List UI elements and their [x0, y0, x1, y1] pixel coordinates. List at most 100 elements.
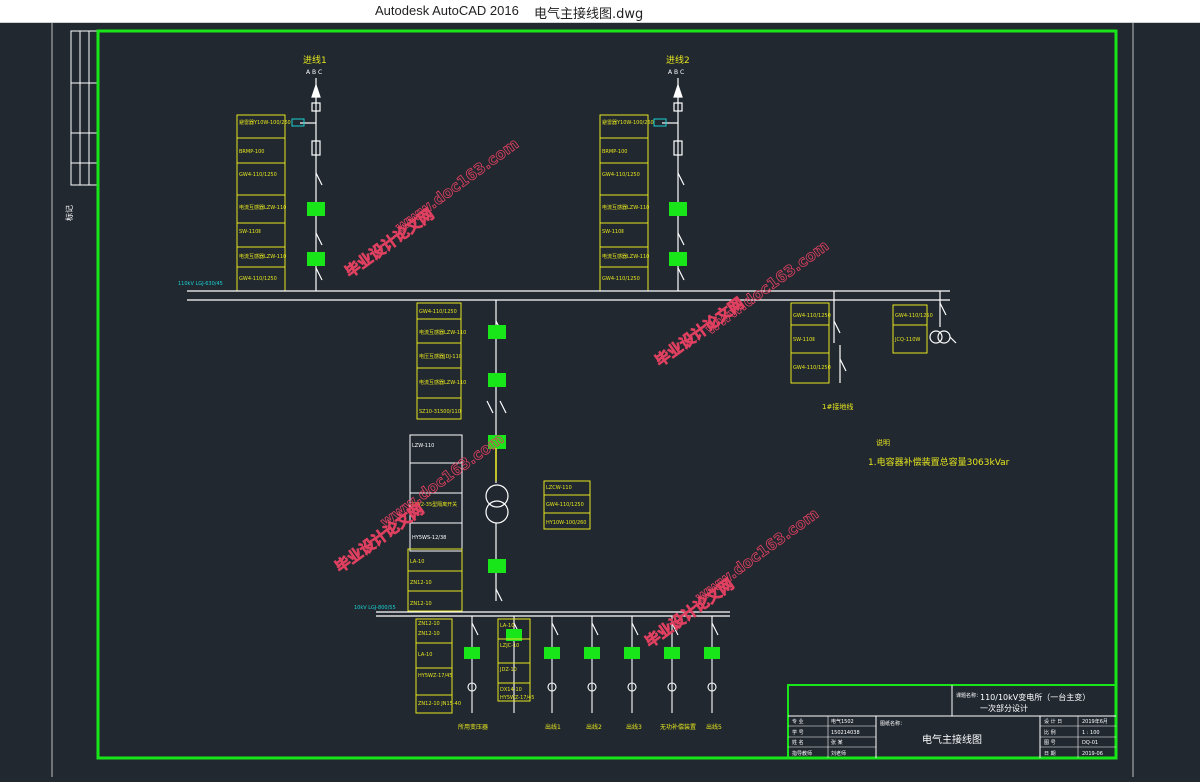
watermark-text-4: 毕业设计论文网 — [642, 575, 738, 651]
line2-label-texts: 避雷器Y10W-100/260 BRMP-100 GW4-110/1250 电流… — [602, 119, 654, 282]
side-stamp: 标记 — [64, 205, 74, 221]
svg-text:比 例: 比 例 — [1044, 729, 1056, 736]
svg-text:专 业: 专 业 — [792, 718, 804, 725]
svg-text:电流互感器LZW-110: 电流互感器LZW-110 — [239, 253, 286, 260]
svg-text:SZ10-31500/110: SZ10-31500/110 — [419, 409, 461, 415]
svg-text:SW-110Ⅱ: SW-110Ⅱ — [239, 229, 261, 235]
project-label: 课题名称： — [956, 692, 981, 699]
svg-text:GW4-110/1250: GW4-110/1250 — [895, 313, 933, 319]
incoming-line-1-label: 进线1 — [303, 54, 327, 66]
watermark-text-2: 毕业设计论文网 — [652, 294, 748, 370]
title-rows-right: 设 计 日 2019年6月 比 例 1 : 100 图 号 DQ-01 日 期 … — [1044, 718, 1108, 757]
svg-text:电流互感器LZW-110: 电流互感器LZW-110 — [602, 253, 649, 260]
drawing-name: 电气主接线图 — [922, 733, 982, 746]
svg-text:JCQ-110W: JCQ-110W — [894, 337, 920, 343]
app-name: Autodesk AutoCAD 2016 — [375, 3, 519, 18]
grounding-label: 1#接地线 — [822, 402, 853, 411]
svg-text:LA-10: LA-10 — [500, 623, 514, 629]
svg-text:GW4-110/1250: GW4-110/1250 — [793, 365, 831, 371]
svg-text:GW4-110/1250: GW4-110/1250 — [793, 313, 831, 319]
svg-text:HY5WZ-17/45: HY5WZ-17/45 — [418, 673, 453, 679]
svg-text:ZN12-10: ZN12-10 — [418, 631, 440, 637]
note-title: 说明 — [876, 438, 890, 447]
bus-110kv[interactable] — [187, 290, 950, 301]
svg-text:避雷器Y10W-100/260: 避雷器Y10W-100/260 — [602, 119, 654, 126]
svg-text:LZCW-110: LZCW-110 — [546, 485, 572, 491]
svg-text:所用变压器: 所用变压器 — [458, 723, 488, 731]
transformer-right-texts: LZCW-110 GW4-110/1250 HY10W-100/260 — [546, 485, 587, 526]
svg-text:出线5: 出线5 — [706, 723, 722, 731]
title-rows-left: 专 业 电气1502 学 号 150214038 姓 名 张 某 指导教师 刘老… — [792, 718, 860, 757]
svg-text:DQ-01: DQ-01 — [1082, 740, 1098, 746]
svg-text:刘老师: 刘老师 — [831, 750, 846, 757]
svg-text:JDZ-10: JDZ-10 — [499, 667, 517, 673]
project-title: 110/10kV变电所（一台主变） — [980, 692, 1090, 702]
svg-text:SW-110Ⅱ: SW-110Ⅱ — [602, 229, 624, 235]
svg-text:指导教师: 指导教师 — [792, 750, 812, 757]
svg-text:GW4-110/1250: GW4-110/1250 — [602, 172, 640, 178]
svg-text:1 : 100: 1 : 100 — [1082, 730, 1100, 736]
drawing-frame — [96, 29, 1118, 760]
transformer-hv-texts: GW4-110/1250 电流互感器LZW-110 电压互感器JDJ-110 电… — [419, 309, 466, 415]
drawing-name-label: 图纸名称： — [880, 720, 905, 727]
svg-text:BRMP-100: BRMP-100 — [239, 149, 264, 155]
svg-text:设 计 日: 设 计 日 — [1044, 718, 1062, 725]
bus-10kv-label: 10kV LGJ-800/55 — [354, 605, 396, 611]
svg-text:ZN12-10: ZN12-10 — [418, 621, 440, 627]
svg-text:SW-110Ⅱ: SW-110Ⅱ — [793, 337, 815, 343]
line1-label-texts: 避雷器Y10W-100/260 BRMP-100 GW4-110/1250 电流… — [239, 119, 291, 282]
window-title-bar: Autodesk AutoCAD 2016 电气主接线图.dwg — [0, 0, 1200, 23]
svg-text:ZN12-10: ZN12-10 — [410, 580, 432, 586]
svg-text:姓 名: 姓 名 — [792, 739, 804, 746]
svg-text:出线3: 出线3 — [626, 723, 642, 731]
feeder-output-labels: 所用变压器 出线1 出线2 出线3 无功补偿装置 出线5 — [458, 723, 722, 731]
svg-text:HY10W-100/260: HY10W-100/260 — [546, 520, 587, 526]
line1-phase: A B C — [306, 69, 322, 76]
svg-text:2019-06: 2019-06 — [1082, 751, 1103, 757]
svg-text:日 期: 日 期 — [1044, 751, 1056, 757]
svg-text:无功补偿装置: 无功补偿装置 — [660, 723, 696, 731]
lv-texts: LA-10 ZN12-10 ZN12-10 — [410, 559, 432, 607]
cad-drawing[interactable]: 标记 进线1 A B C 避雷器Y10W-100/260 BRMP-100 GW… — [0, 23, 1200, 777]
svg-text:GW4-110/1250: GW4-110/1250 — [239, 276, 277, 282]
svg-text:HY5WS-12/38: HY5WS-12/38 — [412, 535, 446, 541]
watermarks: www.doc163.com 毕业设计论文网 www.doc163.com 毕业… — [331, 134, 832, 651]
svg-text:DX14-10: DX14-10 — [500, 687, 522, 693]
svg-text:LZJC-10: LZJC-10 — [500, 643, 519, 649]
svg-text:电压互感器JDJ-110: 电压互感器JDJ-110 — [419, 353, 462, 360]
svg-text:GW4-110/1250: GW4-110/1250 — [602, 276, 640, 282]
watermark-text-1: 毕业设计论文网 — [342, 205, 438, 281]
line2-label-table — [599, 114, 649, 292]
svg-text:避雷器Y10W-100/260: 避雷器Y10W-100/260 — [239, 119, 291, 126]
svg-text:电流互感器LZW-110: 电流互感器LZW-110 — [419, 379, 466, 386]
line1-label-table — [236, 114, 286, 292]
svg-text:GW4-110/1250: GW4-110/1250 — [546, 502, 584, 508]
svg-text:学 号: 学 号 — [792, 729, 804, 736]
pt-label-texts: GW4-110/1250 SW-110Ⅱ GW4-110/1250 — [793, 313, 831, 371]
bus-110kv-label: 110kV LGJ-630/45 — [178, 281, 223, 287]
svg-text:电气1502: 电气1502 — [831, 718, 854, 725]
svg-text:LA-10: LA-10 — [418, 652, 432, 658]
svg-text:出线2: 出线2 — [586, 723, 602, 731]
drawing-canvas[interactable]: 标记 进线1 A B C 避雷器Y10W-100/260 BRMP-100 GW… — [0, 23, 1200, 777]
pt-branch[interactable] — [833, 291, 847, 383]
svg-text:LZW-110: LZW-110 — [412, 443, 434, 449]
svg-text:电流互感器LZW-110: 电流互感器LZW-110 — [602, 204, 649, 211]
svg-text:电流互感器LZW-110: 电流互感器LZW-110 — [239, 204, 286, 211]
svg-text:LA-10: LA-10 — [410, 559, 424, 565]
svg-text:图 号: 图 号 — [1044, 740, 1056, 746]
note-text: 1.电容器补偿装置总容量3063kVar — [868, 456, 1010, 468]
arrester-branch[interactable] — [929, 291, 957, 344]
svg-text:ZN12-10 JN15-40: ZN12-10 JN15-40 — [418, 701, 461, 707]
project-subtitle: 一次部分设计 — [980, 703, 1028, 713]
svg-text:GW4-110/1250: GW4-110/1250 — [239, 172, 277, 178]
revision-block — [70, 30, 100, 186]
svg-text:HY5WZ-17/45: HY5WZ-17/45 — [500, 695, 535, 701]
svg-text:BRMP-100: BRMP-100 — [602, 149, 627, 155]
incoming-line-2-label: 进线2 — [666, 54, 690, 66]
svg-text:150214038: 150214038 — [831, 730, 860, 736]
transformer-hv-table — [416, 302, 462, 420]
svg-text:ZN12-10: ZN12-10 — [410, 601, 432, 607]
svg-text:出线1: 出线1 — [545, 723, 561, 731]
svg-text:张 某: 张 某 — [831, 739, 843, 746]
